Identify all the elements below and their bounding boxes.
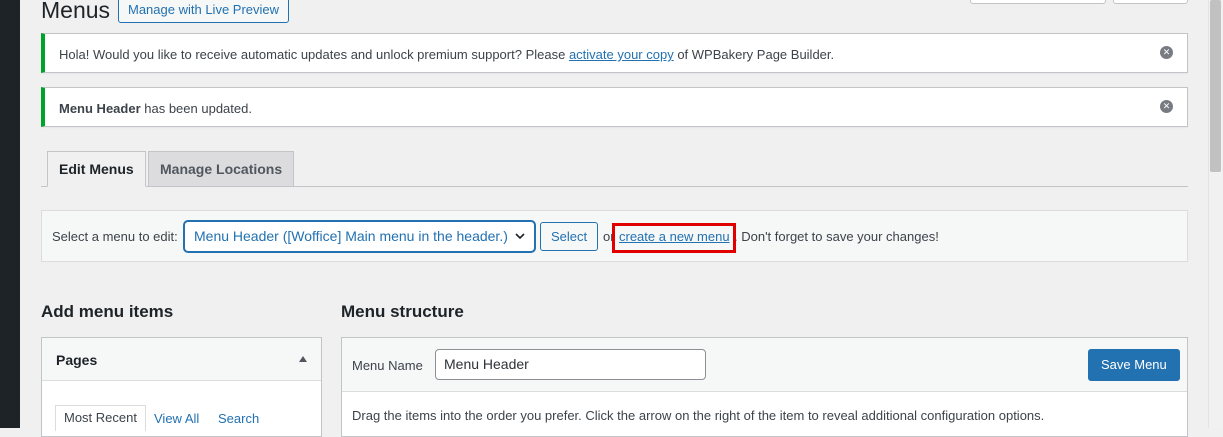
help-button[interactable]: [1113, 0, 1188, 4]
chevron-down-icon: [515, 233, 525, 240]
collapse-arrow-icon[interactable]: [299, 356, 307, 362]
menu-name-label: Menu Name: [352, 358, 423, 373]
tab-most-recent[interactable]: Most Recent: [55, 405, 146, 431]
admin-sidebar-edge: [0, 0, 20, 428]
update-notice-text: Hola! Would you like to receive automati…: [59, 47, 834, 62]
menu-structure-heading: Menu structure: [341, 302, 464, 321]
scrollbar[interactable]: [1208, 0, 1223, 428]
dismiss-icon[interactable]: ✕: [1160, 46, 1173, 59]
save-reminder-text: . Don't forget to save your changes!: [734, 229, 939, 244]
menu-updated-notice: Menu Header has been updated. ✕: [41, 87, 1188, 127]
update-notice: Hola! Would you like to receive automati…: [41, 33, 1188, 73]
screen-options-button[interactable]: [970, 0, 1106, 4]
select-menu-label: Select a menu to edit:: [52, 229, 178, 244]
menu-updated-text: Menu Header has been updated.: [59, 101, 252, 116]
tab-edit-menus[interactable]: Edit Menus: [47, 151, 146, 187]
menu-name-bold: Menu Header: [59, 101, 141, 116]
select-button[interactable]: Select: [540, 222, 599, 251]
updated-text: has been updated.: [140, 101, 252, 116]
select-menu-bar: Select a menu to edit: Menu Header ([Wof…: [41, 210, 1188, 262]
pages-panel-header[interactable]: Pages: [42, 338, 321, 381]
dismiss-icon[interactable]: ✕: [1160, 100, 1173, 113]
activate-link[interactable]: activate your copy: [569, 47, 674, 62]
scrollbar-thumb[interactable]: [1210, 0, 1221, 172]
pages-title: Pages: [56, 352, 98, 368]
tab-search[interactable]: Search: [218, 411, 259, 426]
save-menu-button[interactable]: Save Menu: [1088, 349, 1180, 381]
manage-live-preview-button[interactable]: Manage with Live Preview: [118, 0, 290, 23]
menu-select-value: Menu Header ([Woffice] Main menu in the …: [194, 228, 508, 244]
menu-select-dropdown[interactable]: Menu Header ([Woffice] Main menu in the …: [184, 221, 535, 252]
notice-text-after: of WPBakery Page Builder.: [673, 47, 835, 62]
page-title: Menus: [41, 0, 111, 23]
menu-structure-panel: Menu Name Menu Header Save Menu Drag the…: [341, 337, 1188, 437]
menu-structure-header: Menu Name Menu Header Save Menu: [342, 338, 1187, 392]
tab-view-all[interactable]: View All: [154, 411, 199, 426]
tab-manage-locations[interactable]: Manage Locations: [148, 151, 295, 187]
add-menu-items-heading: Add menu items: [41, 302, 174, 321]
highlight-annotation: [612, 223, 736, 253]
menu-instructions: Drag the items into the order you prefer…: [352, 408, 1045, 423]
notice-text-before: Hola! Would you like to receive automati…: [59, 47, 569, 62]
pages-panel: Pages Most Recent View All Search: [41, 337, 322, 437]
menu-name-input[interactable]: Menu Header: [435, 349, 706, 380]
